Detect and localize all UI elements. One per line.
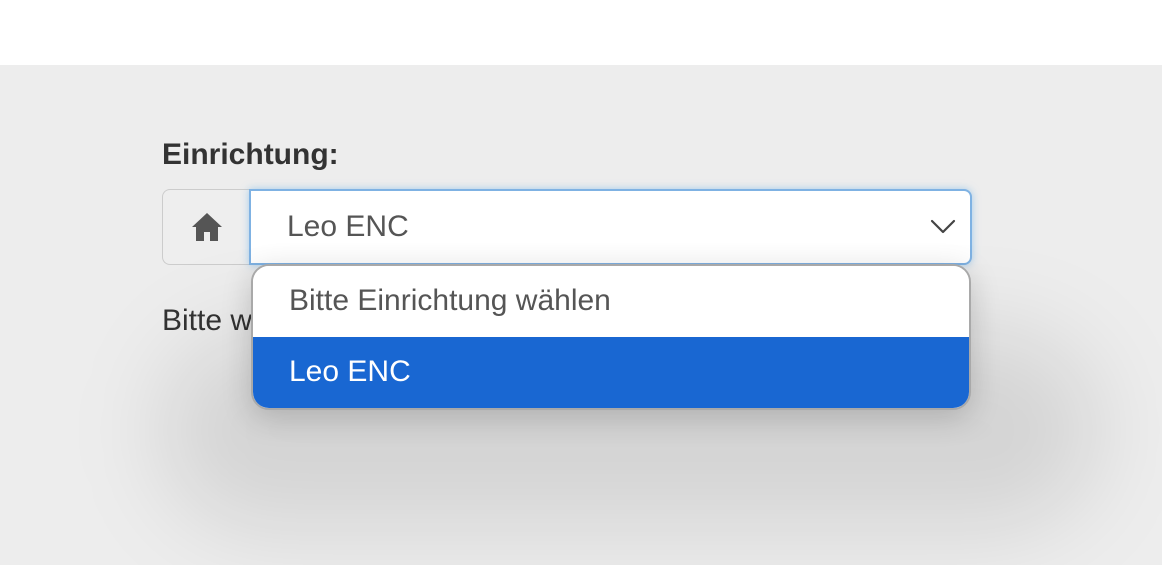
home-icon <box>191 213 222 241</box>
chevron-down-icon <box>930 219 956 234</box>
facility-input-group: Leo ENC <box>162 189 972 265</box>
facility-select-value: Leo ENC <box>287 210 409 243</box>
dropdown-option-leo-enc[interactable]: Leo ENC <box>253 337 969 408</box>
page-header-area <box>0 0 1162 65</box>
facility-label: Einrichtung: <box>162 138 339 171</box>
facility-addon <box>162 189 250 265</box>
dropdown-option-label: Leo ENC <box>289 355 411 388</box>
dropdown-option-placeholder[interactable]: Bitte Einrichtung wählen <box>253 266 969 337</box>
facility-select[interactable]: Leo ENC <box>249 189 972 265</box>
dropdown-option-label: Bitte Einrichtung wählen <box>289 284 611 317</box>
facility-dropdown-list: Bitte Einrichtung wählen Leo ENC <box>251 264 971 410</box>
